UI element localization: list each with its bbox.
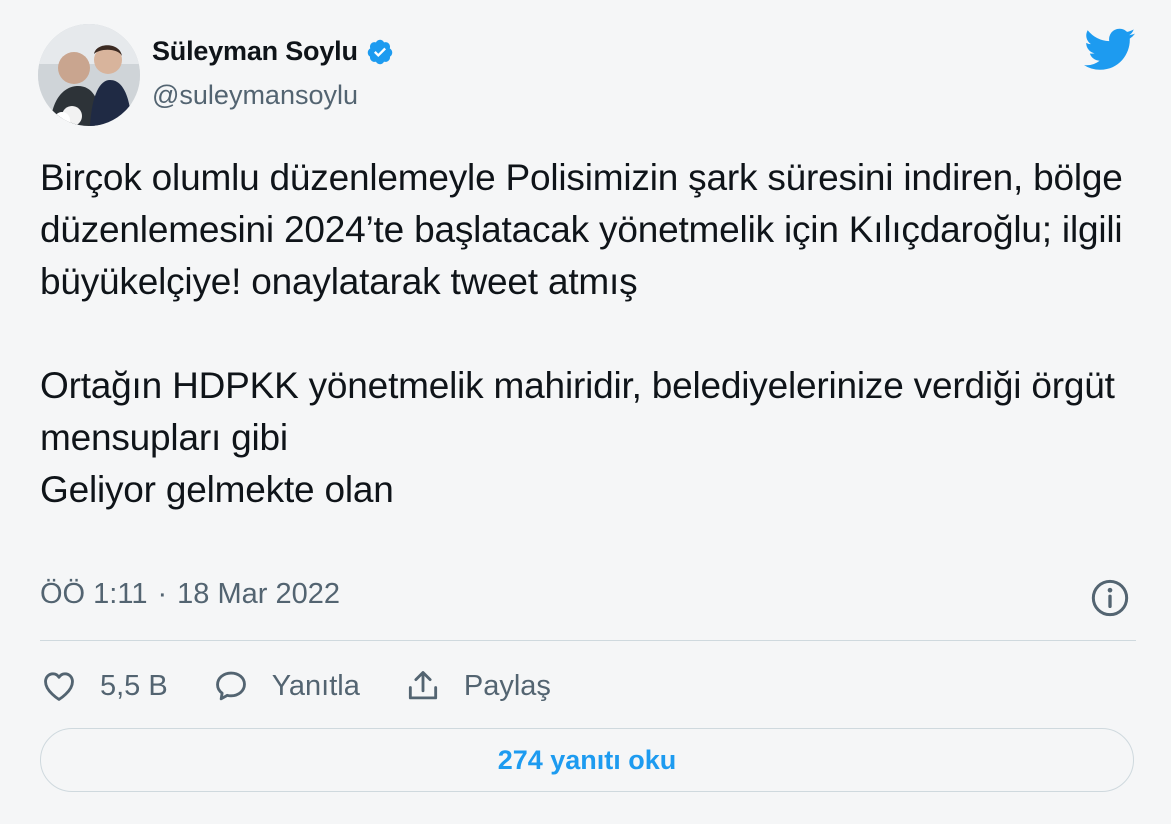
share-label: Paylaş — [463, 669, 551, 702]
heart-icon — [44, 672, 74, 701]
reply-bubble-icon — [215, 671, 246, 701]
tweet-paragraph-1: Birçok olumlu düzenlemeyle Polisimizin ş… — [40, 157, 1123, 302]
tweet-date[interactable]: 18 Mar 2022 — [177, 578, 340, 611]
meta-separator: · — [157, 578, 168, 610]
tweet-paragraph-2-line-1: Ortağın HDPKK yönetmelik mahiridir, bele… — [40, 365, 1115, 458]
tweet-actions: 5,5 B Yanıtla Paylaş — [40, 664, 595, 708]
reply-button[interactable]: Yanıtla — [212, 667, 360, 705]
twitter-bird-icon[interactable] — [1084, 28, 1136, 72]
like-button[interactable]: 5,5 B — [40, 667, 168, 705]
author-handle[interactable]: @suleymansoylu — [152, 80, 358, 111]
divider — [40, 640, 1136, 641]
author-name-row[interactable]: Süleyman Soylu — [152, 36, 394, 67]
read-replies-label: 274 yanıtı oku — [497, 744, 677, 775]
avatar[interactable] — [38, 24, 140, 126]
author-name[interactable]: Süleyman Soylu — [152, 36, 358, 67]
share-button[interactable]: Paylaş — [404, 667, 551, 705]
tweet-timestamp[interactable]: ÖÖ 1:11 · 18 Mar 2022 — [40, 578, 340, 611]
verified-badge-icon — [367, 39, 393, 64]
tweet-time[interactable]: ÖÖ 1:11 — [40, 578, 147, 611]
reply-label: Yanıtla — [271, 669, 360, 702]
read-replies-button[interactable]: 274 yanıtı oku — [40, 728, 1134, 792]
avatar-photo — [38, 24, 140, 126]
like-count: 5,5 B — [100, 669, 168, 702]
tweet-text: Birçok olumlu düzenlemeyle Polisimizin ş… — [40, 152, 1140, 516]
info-icon[interactable] — [1090, 578, 1130, 618]
share-icon — [408, 671, 437, 700]
tweet-paragraph-2-line-2: Geliyor gelmekte olan — [40, 469, 394, 510]
tweet-card: Süleyman Soylu @suleymansoylu Birçok olu… — [0, 0, 1171, 824]
